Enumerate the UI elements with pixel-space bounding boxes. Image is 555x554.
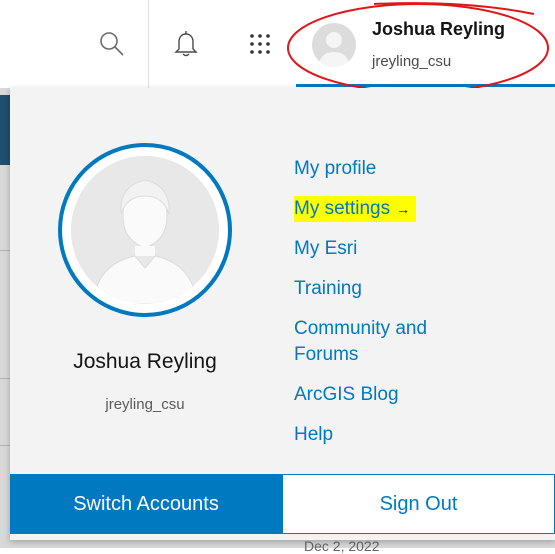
menu-item-my-settings[interactable]: My settings → — [294, 196, 417, 222]
bell-icon[interactable] — [168, 26, 204, 62]
active-indicator — [296, 84, 555, 87]
header-user-name: Joshua Reyling — [372, 19, 506, 39]
profile-avatar — [58, 143, 232, 317]
header-username: jreyling_csu — [372, 53, 452, 70]
top-header: Joshua Reyling jreyling_csu — [0, 0, 555, 88]
search-icon[interactable] — [94, 26, 130, 62]
background-banner-edge — [0, 95, 10, 165]
menu-item-arcgis-blog[interactable]: ArcGIS Blog — [294, 382, 399, 408]
menu-item-my-profile[interactable]: My profile — [294, 156, 376, 182]
apps-grid-icon[interactable] — [242, 26, 278, 62]
user-dropdown-panel: Joshua Reyling jreyling_csu My profile M… — [10, 88, 555, 540]
profile-username: jreyling_csu — [105, 396, 185, 413]
background-divider — [0, 445, 10, 446]
profile-name: Joshua Reyling — [73, 350, 217, 373]
menu-item-training[interactable]: Training — [294, 276, 362, 302]
background-divider — [0, 250, 10, 251]
user-menu-button[interactable]: Joshua Reyling jreyling_csu — [296, 5, 555, 85]
avatar — [312, 23, 356, 67]
background-divider — [0, 378, 10, 379]
switch-accounts-button[interactable]: Switch Accounts — [10, 474, 282, 534]
menu-item-help[interactable]: Help — [294, 422, 333, 448]
background-date: Dec 2, 2022 — [304, 538, 380, 554]
sign-out-button[interactable]: Sign Out — [282, 474, 555, 534]
arrow-right-icon: → — [396, 201, 411, 217]
menu-item-my-esri[interactable]: My Esri — [294, 236, 357, 262]
menu-item-label: My settings — [294, 198, 391, 219]
header-divider — [148, 0, 149, 88]
menu-item-community-forums[interactable]: Community and Forums — [294, 316, 469, 368]
